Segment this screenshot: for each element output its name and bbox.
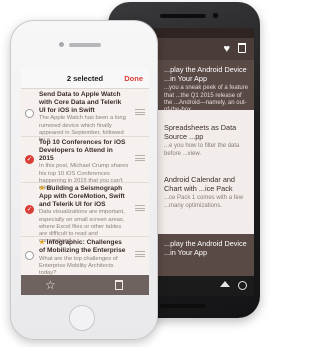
trash-icon[interactable] bbox=[238, 43, 246, 53]
android-speaker-bottom bbox=[160, 304, 206, 308]
iphone-screen: 2 selected Done Send Data to Apple Watch… bbox=[21, 69, 149, 295]
item-desc: ...you a sneak peek of a feature that ..… bbox=[164, 85, 249, 114]
reorder-handle-icon[interactable] bbox=[135, 251, 145, 257]
done-button[interactable]: Done bbox=[124, 74, 143, 83]
heart-icon[interactable]: ♥ bbox=[223, 42, 230, 56]
home-button[interactable] bbox=[69, 305, 95, 331]
selection-header: 2 selected Done bbox=[21, 69, 149, 89]
item-title-text: Infographic: Challenges of Mobilizing th… bbox=[39, 239, 126, 254]
trash-icon[interactable] bbox=[115, 280, 123, 290]
back-icon[interactable] bbox=[220, 281, 230, 287]
checkbox[interactable] bbox=[25, 109, 34, 118]
bottom-toolbar: ☆ bbox=[21, 275, 149, 295]
android-speaker bbox=[160, 14, 206, 18]
checkbox-checked[interactable]: ✓ bbox=[25, 155, 34, 164]
iphone-speaker bbox=[69, 43, 101, 47]
item-title: Top 10 Conferences for iOS Developers to… bbox=[39, 139, 126, 162]
star-icon[interactable]: ☆ bbox=[45, 277, 56, 293]
reorder-handle-icon[interactable] bbox=[135, 205, 145, 211]
home-icon[interactable] bbox=[238, 281, 247, 290]
favorite-star-icon: ★ bbox=[39, 185, 45, 192]
item-desc: What are the top challenges of Enterpris… bbox=[39, 255, 118, 276]
favorite-star-icon: ★ bbox=[39, 239, 45, 246]
android-camera bbox=[212, 12, 219, 19]
reorder-handle-icon[interactable] bbox=[135, 155, 145, 161]
item-title: ...play the Android Device ...in Your Ap… bbox=[164, 65, 247, 83]
item-desc: ...ce Pack 1 comes with a few ...many op… bbox=[164, 195, 244, 209]
item-desc: ...e you how to filter the data before .… bbox=[164, 143, 240, 157]
item-title: Android Calendar and Chart with ...ice P… bbox=[164, 175, 235, 193]
item-title: Send Data to Apple Watch with Core Data … bbox=[39, 91, 122, 114]
iphone: 2 selected Done Send Data to Apple Watch… bbox=[10, 20, 158, 340]
checkbox-checked[interactable]: ✓ bbox=[25, 205, 34, 214]
item-title: ...play the Android Device ...in Your Ap… bbox=[164, 239, 247, 257]
list-item[interactable]: Send Data to Apple Watch with Core Data … bbox=[21, 89, 149, 143]
item-title: Spreadsheets as Data Source ...pp bbox=[164, 123, 237, 141]
item-title: ★ Infographic: Challenges of Mobilizing … bbox=[39, 239, 129, 255]
iphone-camera bbox=[59, 42, 64, 47]
list-item[interactable]: ✓ ★ Building a Seismograph App with Core… bbox=[21, 183, 149, 244]
item-title: ★ Building a Seismograph App with CoreMo… bbox=[39, 185, 129, 208]
reorder-handle-icon[interactable] bbox=[135, 109, 145, 115]
item-title-text: Building a Seismograph App with CoreMoti… bbox=[39, 185, 125, 208]
checkbox[interactable] bbox=[25, 251, 34, 260]
list-item[interactable]: ★ Infographic: Challenges of Mobilizing … bbox=[21, 237, 149, 276]
list-item[interactable]: ✓ Top 10 Conferences for iOS Developers … bbox=[21, 137, 149, 191]
